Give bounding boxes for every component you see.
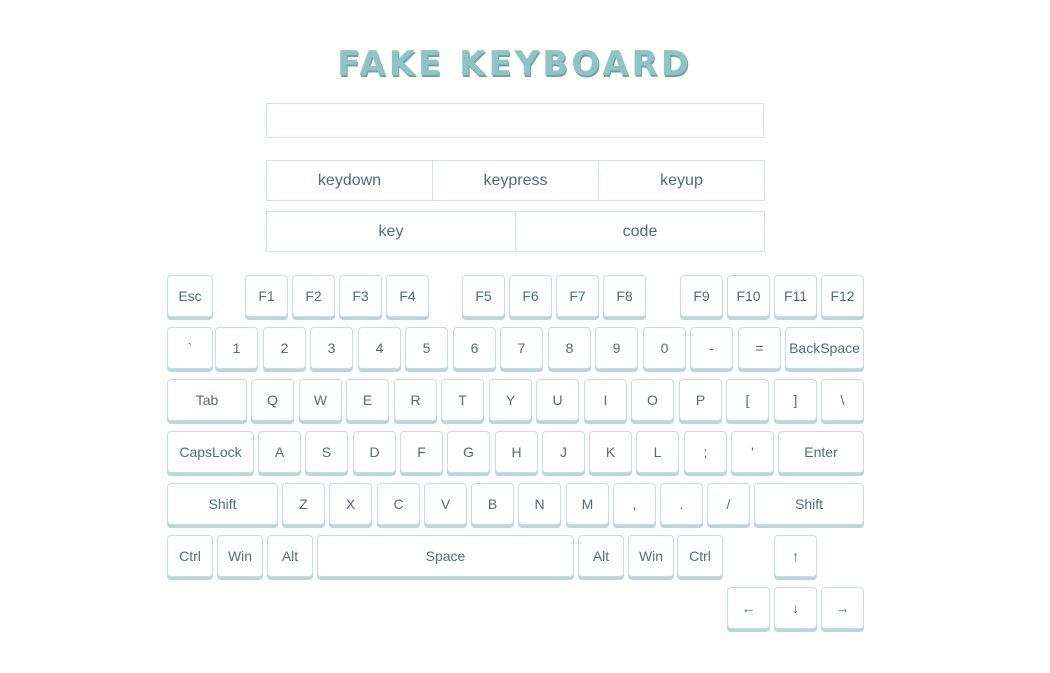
key-win[interactable]: Win <box>628 535 674 577</box>
key-slash[interactable]: / <box>707 483 750 525</box>
key-equals[interactable]: = <box>738 327 781 369</box>
key-z[interactable]: Z <box>282 483 325 525</box>
key-arrow-left[interactable]: ← <box>727 587 770 629</box>
key-p[interactable]: P <box>679 379 722 421</box>
key-e[interactable]: E <box>346 379 389 421</box>
key-n[interactable]: N <box>518 483 561 525</box>
key-quote[interactable]: ' <box>731 431 774 473</box>
key-q[interactable]: Q <box>251 379 294 421</box>
key-f10[interactable]: F10 <box>727 275 770 317</box>
key-d[interactable]: D <box>353 431 396 473</box>
key-backtick[interactable]: ` <box>167 327 213 369</box>
key-backslash[interactable]: \ <box>821 379 864 421</box>
key-s[interactable]: S <box>305 431 348 473</box>
key-v[interactable]: V <box>424 483 467 525</box>
key-f8[interactable]: F8 <box>603 275 646 317</box>
key-6[interactable]: 6 <box>453 327 496 369</box>
key-ctrl[interactable]: Ctrl <box>167 535 213 577</box>
key-0[interactable]: 0 <box>643 327 686 369</box>
key-period[interactable]: . <box>660 483 703 525</box>
key-u[interactable]: U <box>536 379 579 421</box>
key-f9[interactable]: F9 <box>680 275 723 317</box>
key-3[interactable]: 3 <box>310 327 353 369</box>
key-backspace[interactable]: BackSpace <box>785 327 864 369</box>
key-a[interactable]: A <box>258 431 301 473</box>
key-4[interactable]: 4 <box>358 327 401 369</box>
key-h[interactable]: H <box>495 431 538 473</box>
key-f6[interactable]: F6 <box>509 275 552 317</box>
key-r[interactable]: R <box>394 379 437 421</box>
key-j[interactable]: J <box>542 431 585 473</box>
key-c[interactable]: C <box>377 483 420 525</box>
key-f11[interactable]: F11 <box>774 275 817 317</box>
key-f7[interactable]: F7 <box>556 275 599 317</box>
key-alt[interactable]: Alt <box>267 535 313 577</box>
key-1[interactable]: 1 <box>215 327 258 369</box>
key-9[interactable]: 9 <box>595 327 638 369</box>
key-arrow-up[interactable]: ↑ <box>774 535 817 577</box>
key-enter[interactable]: Enter <box>778 431 864 473</box>
key-w[interactable]: W <box>299 379 342 421</box>
key-o[interactable]: O <box>631 379 674 421</box>
key-arrow-down[interactable]: ↓ <box>774 587 817 629</box>
key-f2[interactable]: F2 <box>292 275 335 317</box>
event-panel: keydown keypress keyup <box>266 160 765 201</box>
key-f4[interactable]: F4 <box>386 275 429 317</box>
key-cell: key <box>267 212 516 251</box>
key-7[interactable]: 7 <box>500 327 543 369</box>
key-g[interactable]: G <box>447 431 490 473</box>
code-cell: code <box>622 222 658 240</box>
key-semicolon[interactable]: ; <box>684 431 727 473</box>
key-esc[interactable]: Esc <box>167 275 213 317</box>
key-space[interactable]: Space <box>317 535 574 577</box>
keyup-cell: keyup <box>660 171 703 189</box>
key-shift[interactable]: Shift <box>754 483 864 525</box>
key-alt[interactable]: Alt <box>578 535 624 577</box>
keydown-cell: keydown <box>267 161 433 200</box>
key-f1[interactable]: F1 <box>245 275 288 317</box>
keypress-cell: keypress <box>433 161 599 200</box>
key-f[interactable]: F <box>400 431 443 473</box>
key-info-panel: key code <box>266 211 765 252</box>
key-8[interactable]: 8 <box>548 327 591 369</box>
key-arrow-right[interactable]: → <box>821 587 864 629</box>
key-5[interactable]: 5 <box>405 327 448 369</box>
key-f3[interactable]: F3 <box>339 275 382 317</box>
key-t[interactable]: T <box>441 379 484 421</box>
key-win[interactable]: Win <box>217 535 263 577</box>
key-shift[interactable]: Shift <box>167 483 278 525</box>
key-tab[interactable]: Tab <box>167 379 247 421</box>
key-ctrl[interactable]: Ctrl <box>677 535 723 577</box>
key-f5[interactable]: F5 <box>462 275 505 317</box>
key-right-bracket[interactable]: ] <box>774 379 817 421</box>
key-x[interactable]: X <box>329 483 372 525</box>
key-i[interactable]: I <box>584 379 627 421</box>
key-b[interactable]: B <box>471 483 514 525</box>
key-m[interactable]: M <box>566 483 609 525</box>
key-y[interactable]: Y <box>489 379 532 421</box>
page-title: FAKE KEYBOARD <box>337 44 692 84</box>
key-2[interactable]: 2 <box>263 327 306 369</box>
key-capslock[interactable]: CapsLock <box>167 431 254 473</box>
key-f12[interactable]: F12 <box>821 275 864 317</box>
key-left-bracket[interactable]: [ <box>726 379 769 421</box>
key-l[interactable]: L <box>636 431 679 473</box>
key-minus[interactable]: - <box>690 327 733 369</box>
text-input[interactable] <box>266 103 764 138</box>
key-k[interactable]: K <box>589 431 632 473</box>
key-comma[interactable]: , <box>613 483 656 525</box>
